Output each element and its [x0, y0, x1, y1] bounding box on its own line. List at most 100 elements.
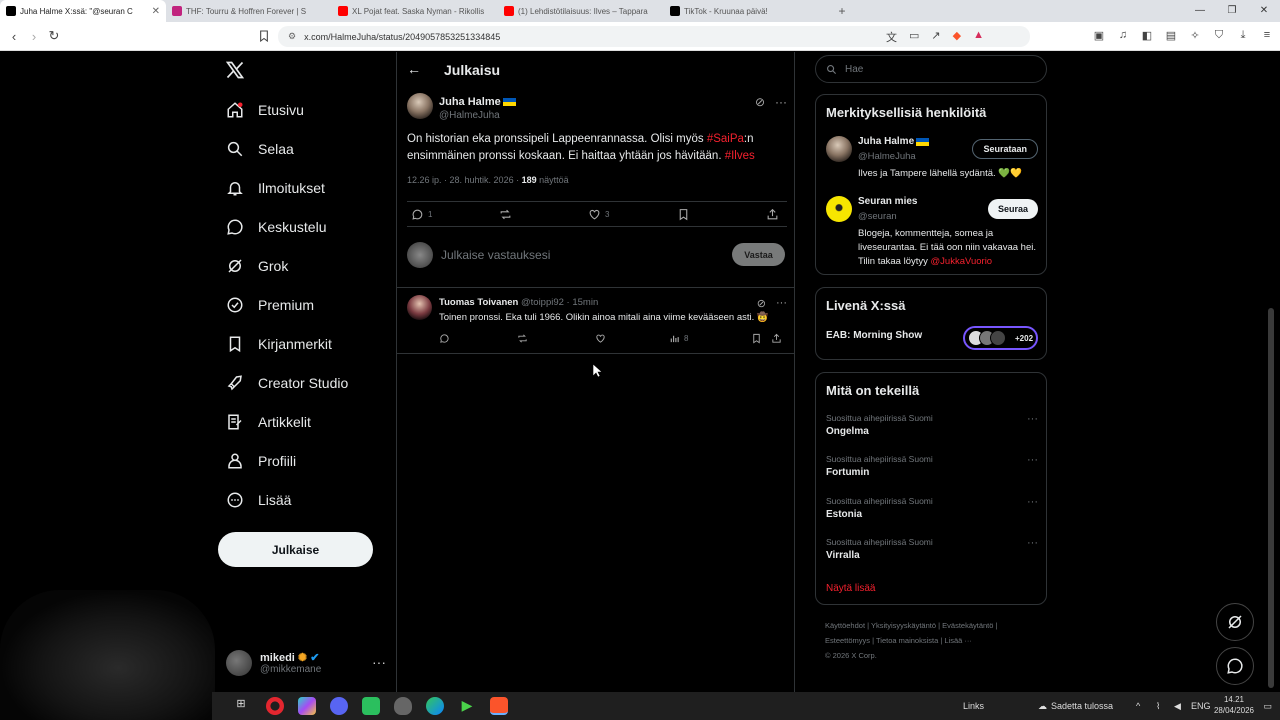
browser-tab[interactable]: TikTok - Kruunaa päivä!: [664, 0, 830, 22]
share-icon[interactable]: ↗: [931, 29, 940, 45]
follow-button[interactable]: Seuraa: [987, 199, 1038, 219]
edge-icon[interactable]: [426, 697, 444, 715]
vpn-icon[interactable]: ⛉: [1212, 28, 1226, 42]
app-icon[interactable]: [298, 697, 316, 715]
nav-item-more[interactable]: Lisää: [226, 488, 291, 512]
new-tab-button[interactable]: +: [830, 0, 854, 22]
site-settings-icon[interactable]: ⚙: [288, 31, 296, 42]
views-button[interactable]: 8: [669, 333, 688, 344]
close-window-icon[interactable]: ✕: [1248, 0, 1280, 20]
browser-tab[interactable]: (1) Lehdistötilaisuus: Ilves – Tappara: [498, 0, 664, 22]
live-listeners-pill[interactable]: +202: [963, 326, 1038, 350]
scrollbar[interactable]: [1268, 308, 1274, 688]
menu-icon[interactable]: ≡: [1260, 28, 1274, 42]
sidebar-toggle-icon[interactable]: ▣: [1092, 28, 1106, 42]
bookmark-button[interactable]: [751, 333, 762, 344]
nav-item-bookmarks[interactable]: Kirjanmerkit: [226, 332, 332, 356]
notifications-icon[interactable]: ▭: [1263, 692, 1272, 720]
following-button[interactable]: Seurataan: [972, 139, 1038, 159]
translate-icon[interactable]: 文: [886, 29, 897, 45]
account-more-icon[interactable]: ···: [372, 654, 386, 670]
show-more-link[interactable]: Näytä lisää: [826, 583, 875, 594]
reading-list-icon[interactable]: ◧: [1140, 28, 1154, 42]
avatar[interactable]: [407, 295, 432, 320]
search-input[interactable]: Hae: [815, 55, 1047, 83]
wallet-icon[interactable]: ▤: [1164, 28, 1178, 42]
grok-fab-button[interactable]: [1216, 603, 1254, 641]
author-name[interactable]: Juha Halme: [439, 96, 516, 108]
share-button[interactable]: [766, 208, 779, 221]
forward-icon[interactable]: ›: [24, 29, 44, 44]
leo-icon[interactable]: ✧: [1188, 28, 1202, 42]
network-icon[interactable]: ⌇: [1156, 692, 1160, 720]
nav-item-notifications[interactable]: Ilmoitukset: [226, 176, 325, 200]
back-arrow-icon[interactable]: ←: [407, 61, 421, 77]
browser-tab[interactable]: XL Pojat feat. Saska Nyman - Rikollis: [332, 0, 498, 22]
trend-item[interactable]: Suosittua aihepiirissä Suomi Estonia ···: [826, 496, 1038, 526]
reply-button[interactable]: [439, 333, 450, 344]
grok-icon[interactable]: ⊘: [757, 297, 766, 310]
nav-item-grok[interactable]: Grok: [226, 254, 288, 278]
trend-more-icon[interactable]: ···: [1027, 537, 1038, 549]
reply-submit-button[interactable]: Vastaa: [732, 243, 785, 266]
like-button[interactable]: 3: [588, 208, 609, 221]
author-handle[interactable]: @HalmeJuha: [439, 110, 500, 121]
trend-more-icon[interactable]: ···: [1027, 496, 1038, 508]
nav-item-explore[interactable]: Selaa: [226, 137, 294, 161]
language-indicator[interactable]: ENG: [1191, 692, 1211, 720]
music-icon[interactable]: ♫: [1116, 28, 1130, 42]
trend-more-icon[interactable]: ···: [1027, 413, 1038, 425]
browser-tab[interactable]: Juha Halme X:ssä: "@seuran C ✕: [0, 0, 166, 22]
tray-chevron-icon[interactable]: ^: [1136, 692, 1140, 720]
bookmark-page-icon[interactable]: [254, 30, 274, 42]
clock[interactable]: 14.21 28/04/2026: [1214, 694, 1254, 716]
footer-line[interactable]: Käyttöehdot | Yksityisyyskäytäntö | Eväs…: [825, 618, 1045, 633]
repost-button[interactable]: [517, 333, 528, 344]
trend-item[interactable]: Suosittua aihepiirissä Suomi Ongelma ···: [826, 413, 1038, 443]
minimize-icon[interactable]: —: [1184, 0, 1216, 20]
reply-post[interactable]: Tuomas Toivanen @toippi92 · 15min ⊘ ··· …: [407, 295, 787, 353]
footer-line[interactable]: Esteettömyys | Tietoa mainoksista | Lisä…: [825, 633, 1045, 648]
trend-more-icon[interactable]: ···: [1027, 454, 1038, 466]
nav-item-chat[interactable]: Keskustelu: [226, 215, 326, 239]
trend-item[interactable]: Suosittua aihepiirissä Suomi Virralla ··…: [826, 537, 1038, 567]
maximize-icon[interactable]: ❐: [1216, 0, 1248, 20]
play-app-icon[interactable]: ▶: [458, 697, 476, 715]
opera-icon[interactable]: [266, 697, 284, 715]
more-options-icon[interactable]: ···: [776, 297, 787, 310]
grok-icon[interactable]: ⊘: [755, 95, 765, 109]
reply-input[interactable]: Julkaise vastauksesi: [441, 248, 550, 262]
post-button[interactable]: Julkaise: [218, 532, 373, 567]
nav-item-home[interactable]: Etusivu: [226, 98, 304, 122]
browser-tab[interactable]: THF: Tourru & Hoffren Forever | S: [166, 0, 332, 22]
hashtag-link[interactable]: #Ilves: [725, 150, 755, 162]
back-icon[interactable]: ‹: [4, 29, 24, 44]
x-logo-icon[interactable]: [225, 60, 245, 80]
download-icon[interactable]: ⤓: [1236, 28, 1250, 42]
close-tab-icon[interactable]: ✕: [152, 6, 160, 17]
person-item[interactable]: Seuran mies @seuran Blogeja, kommentteja…: [826, 196, 1038, 268]
brave-icon[interactable]: [490, 697, 508, 715]
author-avatar[interactable]: [407, 93, 433, 119]
cast-icon[interactable]: ▭: [909, 29, 919, 45]
hashtag-link[interactable]: #SaiPa: [707, 133, 744, 145]
links-toolbar[interactable]: Links: [963, 692, 984, 720]
person-item[interactable]: Juha Halme @HalmeJuha Ilves ja Tampere l…: [826, 136, 1038, 186]
nav-item-premium[interactable]: Premium: [226, 293, 314, 317]
reply-button[interactable]: 1: [411, 208, 432, 221]
nav-item-profile[interactable]: Profiili: [226, 449, 296, 473]
bookmark-button[interactable]: [677, 208, 690, 221]
volume-icon[interactable]: ◀: [1174, 692, 1181, 720]
brave-rewards-icon[interactable]: ▲: [973, 29, 984, 45]
reload-icon[interactable]: ↻: [44, 28, 64, 44]
nav-item-creator-studio[interactable]: Creator Studio: [226, 371, 348, 395]
messages-fab-button[interactable]: [1216, 647, 1254, 685]
live-space-item[interactable]: EAB: Morning Show +202: [826, 326, 1038, 354]
share-button[interactable]: [771, 333, 782, 344]
weather-widget[interactable]: ☁ Sadetta tulossa: [1038, 692, 1113, 720]
nav-item-articles[interactable]: Artikkelit: [226, 410, 311, 434]
like-button[interactable]: [595, 333, 606, 344]
discord-icon[interactable]: [330, 697, 348, 715]
trend-item[interactable]: Suosittua aihepiirissä Suomi Fortumin ··…: [826, 454, 1038, 484]
repost-button[interactable]: [499, 208, 512, 221]
